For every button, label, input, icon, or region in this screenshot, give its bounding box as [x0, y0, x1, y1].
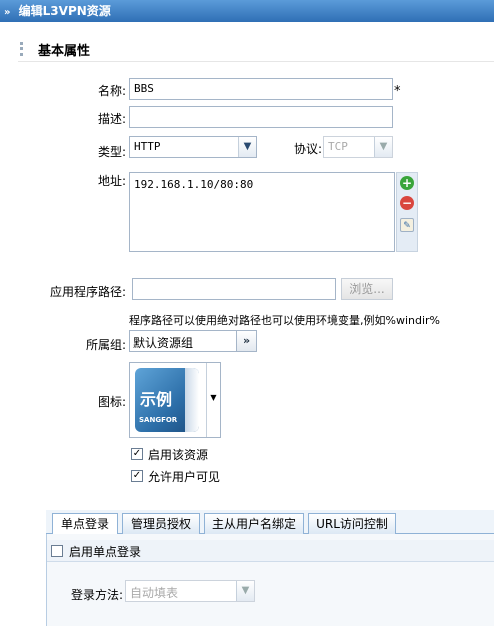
tab-admin-auth[interactable]: 管理员授权 — [122, 513, 200, 534]
address-toolbar: + − ✎ — [396, 172, 418, 252]
enable-resource-label: 启用该资源 — [148, 448, 209, 462]
address-textarea[interactable]: 192.168.1.10/80:80 — [129, 172, 395, 252]
type-value: HTTP — [134, 140, 161, 153]
chevron-down-icon[interactable]: ▼ — [238, 137, 256, 157]
sso-enable-row: 启用单点登录 — [47, 540, 494, 562]
group-select[interactable]: 默认资源组 » — [129, 330, 257, 352]
sso-method-select: 自动填表 ▼ — [125, 580, 255, 602]
icon-fold — [185, 368, 199, 432]
window-titlebar: » 编辑L3VPN资源 — [0, 0, 494, 22]
window-title: 编辑L3VPN资源 — [18, 4, 111, 18]
name-label: 名称: — [97, 84, 126, 98]
edit-icon[interactable]: ✎ — [400, 218, 414, 232]
app-path-label: 应用程序路径: — [49, 285, 126, 299]
tab-username-binding[interactable]: 主从用户名绑定 — [204, 513, 304, 534]
protocol-label: 协议: — [293, 142, 322, 156]
app-path-input[interactable] — [132, 278, 336, 300]
protocol-value: TCP — [328, 140, 348, 153]
tab-bar: 单点登录 管理员授权 主从用户名绑定 URL访问控制 — [46, 510, 494, 535]
section-title: 基本属性 — [38, 44, 91, 59]
sso-method-label: 登录方法: — [70, 588, 123, 602]
add-icon[interactable]: + — [400, 176, 414, 190]
icon-brand-text: SANGFOR — [139, 416, 178, 424]
browse-button: 浏览... — [341, 278, 393, 300]
icon-picker[interactable]: 示例 SANGFOR ▼ — [129, 362, 221, 438]
address-label: 地址: — [97, 174, 126, 188]
sso-method-value: 自动填表 — [130, 586, 179, 600]
sso-panel: 启用单点登录 登录方法: 自动填表 ▼ — [46, 534, 494, 626]
name-input[interactable]: BBS — [129, 78, 393, 100]
required-mark: * — [394, 84, 401, 99]
remove-icon[interactable]: − — [400, 196, 414, 210]
tab-url-access-control[interactable]: URL访问控制 — [308, 513, 396, 534]
section-header: 基本属性 — [18, 36, 494, 62]
chevron-down-icon[interactable]: ▼ — [206, 363, 220, 437]
double-chevron-right-icon[interactable]: » — [236, 331, 256, 351]
type-label: 类型: — [97, 145, 126, 159]
sso-enable-label: 启用单点登录 — [69, 545, 142, 559]
protocol-select: TCP ▼ — [323, 136, 393, 158]
drag-dots-icon — [20, 42, 24, 56]
group-label: 所属组: — [85, 338, 126, 352]
group-value: 默认资源组 — [133, 336, 194, 350]
type-select[interactable]: HTTP ▼ — [129, 136, 257, 158]
desc-label: 描述: — [97, 112, 126, 126]
enable-resource-checkbox[interactable]: ✓ — [131, 448, 143, 460]
double-chevron-right-icon: » — [4, 7, 11, 18]
resource-icon-image: 示例 SANGFOR — [135, 368, 199, 432]
tab-sso[interactable]: 单点登录 — [52, 513, 118, 535]
allow-visible-checkbox[interactable]: ✓ — [131, 470, 143, 482]
chevron-down-icon: ▼ — [236, 581, 254, 601]
icon-label: 图标: — [97, 395, 126, 409]
sso-enable-checkbox[interactable] — [51, 545, 63, 557]
icon-image-text: 示例 — [140, 390, 173, 409]
app-path-hint: 程序路径可以使用绝对路径也可以使用环境变量,例如%windir% — [129, 314, 440, 327]
chevron-down-icon: ▼ — [374, 137, 392, 157]
desc-input[interactable] — [129, 106, 393, 128]
allow-visible-label: 允许用户可见 — [148, 470, 221, 484]
